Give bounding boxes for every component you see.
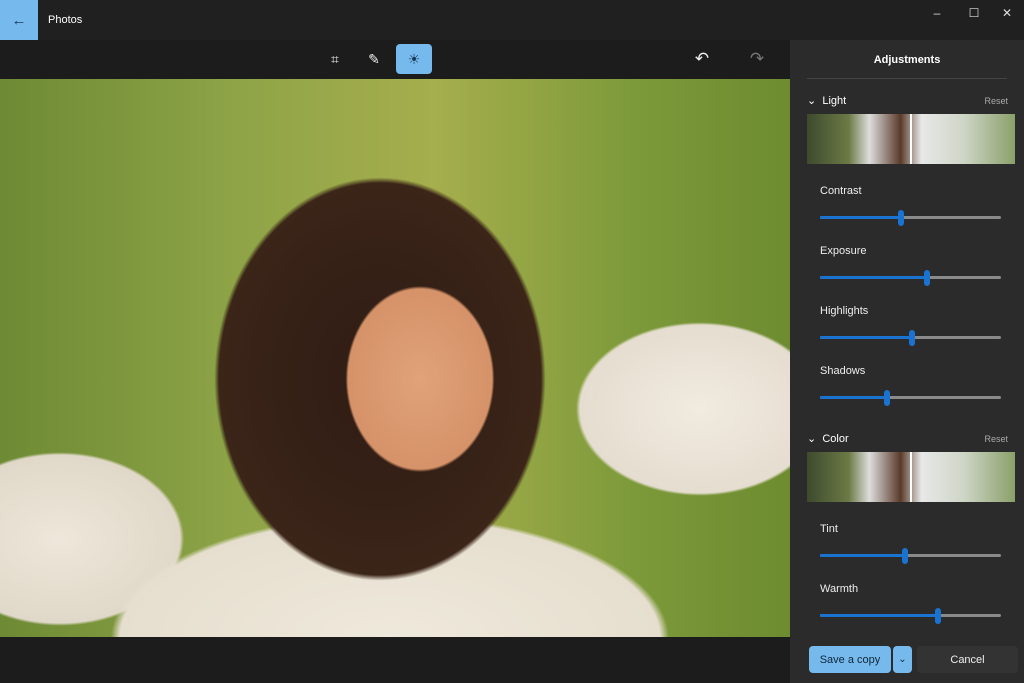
light-section-toggle[interactable]: ⌄ Light [807,94,846,107]
color-preview-thumbnail[interactable] [807,452,1015,502]
light-preview-thumbnail[interactable] [807,114,1015,164]
title-bar: ← Photos – ☐ ✕ [0,0,1024,40]
exposure-label: Exposure [820,245,867,257]
shadows-slider[interactable] [820,390,1001,406]
highlights-label: Highlights [820,305,869,317]
contrast-label: Contrast [820,185,862,197]
warmth-label: Warmth [820,583,859,595]
slider-fill [820,216,902,219]
slider-fill [820,396,887,399]
highlights-slider[interactable] [820,330,1001,346]
slider-fill [820,276,927,279]
exposure-slider[interactable] [820,270,1001,286]
color-reset-button[interactable]: Reset [984,434,1008,444]
slider-thumb[interactable] [923,270,930,286]
save-dropdown-button[interactable]: ⌄ [893,646,912,673]
save-copy-button[interactable]: Save a copy [809,646,891,673]
shadows-label: Shadows [820,365,866,377]
adjust-icon[interactable]: ☀ [396,44,432,74]
panel-title: Adjustments [873,54,941,66]
slider-fill [820,614,938,617]
color-section-toggle[interactable]: ⌄ Color [807,432,849,445]
divider [807,78,1007,79]
adjustments-panel: Adjustments ⌄ Light Reset ⌄ Color Reset … [790,40,1024,683]
slider-thumb[interactable] [934,608,941,624]
redo-icon[interactable]: ↷ [739,44,775,74]
slider-fill [820,336,913,339]
slider-thumb[interactable] [898,210,905,226]
slider-thumb[interactable] [902,548,909,564]
contrast-slider[interactable] [820,210,1001,226]
close-button[interactable]: ✕ [993,6,1021,22]
tint-label: Tint [820,523,838,535]
edit-toolbar: ⌗ ✎ ☀ ↶ ↷ [0,40,790,79]
markup-icon[interactable]: ✎ [356,44,392,74]
chevron-down-icon: ⌄ [807,95,817,107]
undo-icon[interactable]: ↶ [684,44,720,74]
arrow-left-icon: ← [11,11,27,29]
slider-fill [820,554,906,557]
light-label: Light [822,95,847,107]
app-title: Photos [48,14,83,26]
chevron-down-icon: ⌄ [807,433,817,445]
light-reset-button[interactable]: Reset [984,96,1008,106]
cancel-button[interactable]: Cancel [917,646,1018,673]
tint-slider[interactable] [820,548,1001,564]
crop-icon[interactable]: ⌗ [317,44,353,74]
slider-thumb[interactable] [909,330,916,346]
photo-canvas[interactable] [0,79,790,637]
slider-thumb[interactable] [883,390,890,406]
back-button[interactable]: ← [0,0,38,40]
minimize-button[interactable]: – [923,6,951,22]
color-label: Color [822,433,849,445]
warmth-slider[interactable] [820,608,1001,624]
maximize-button[interactable]: ☐ [960,6,988,22]
bottom-bar [0,637,790,683]
